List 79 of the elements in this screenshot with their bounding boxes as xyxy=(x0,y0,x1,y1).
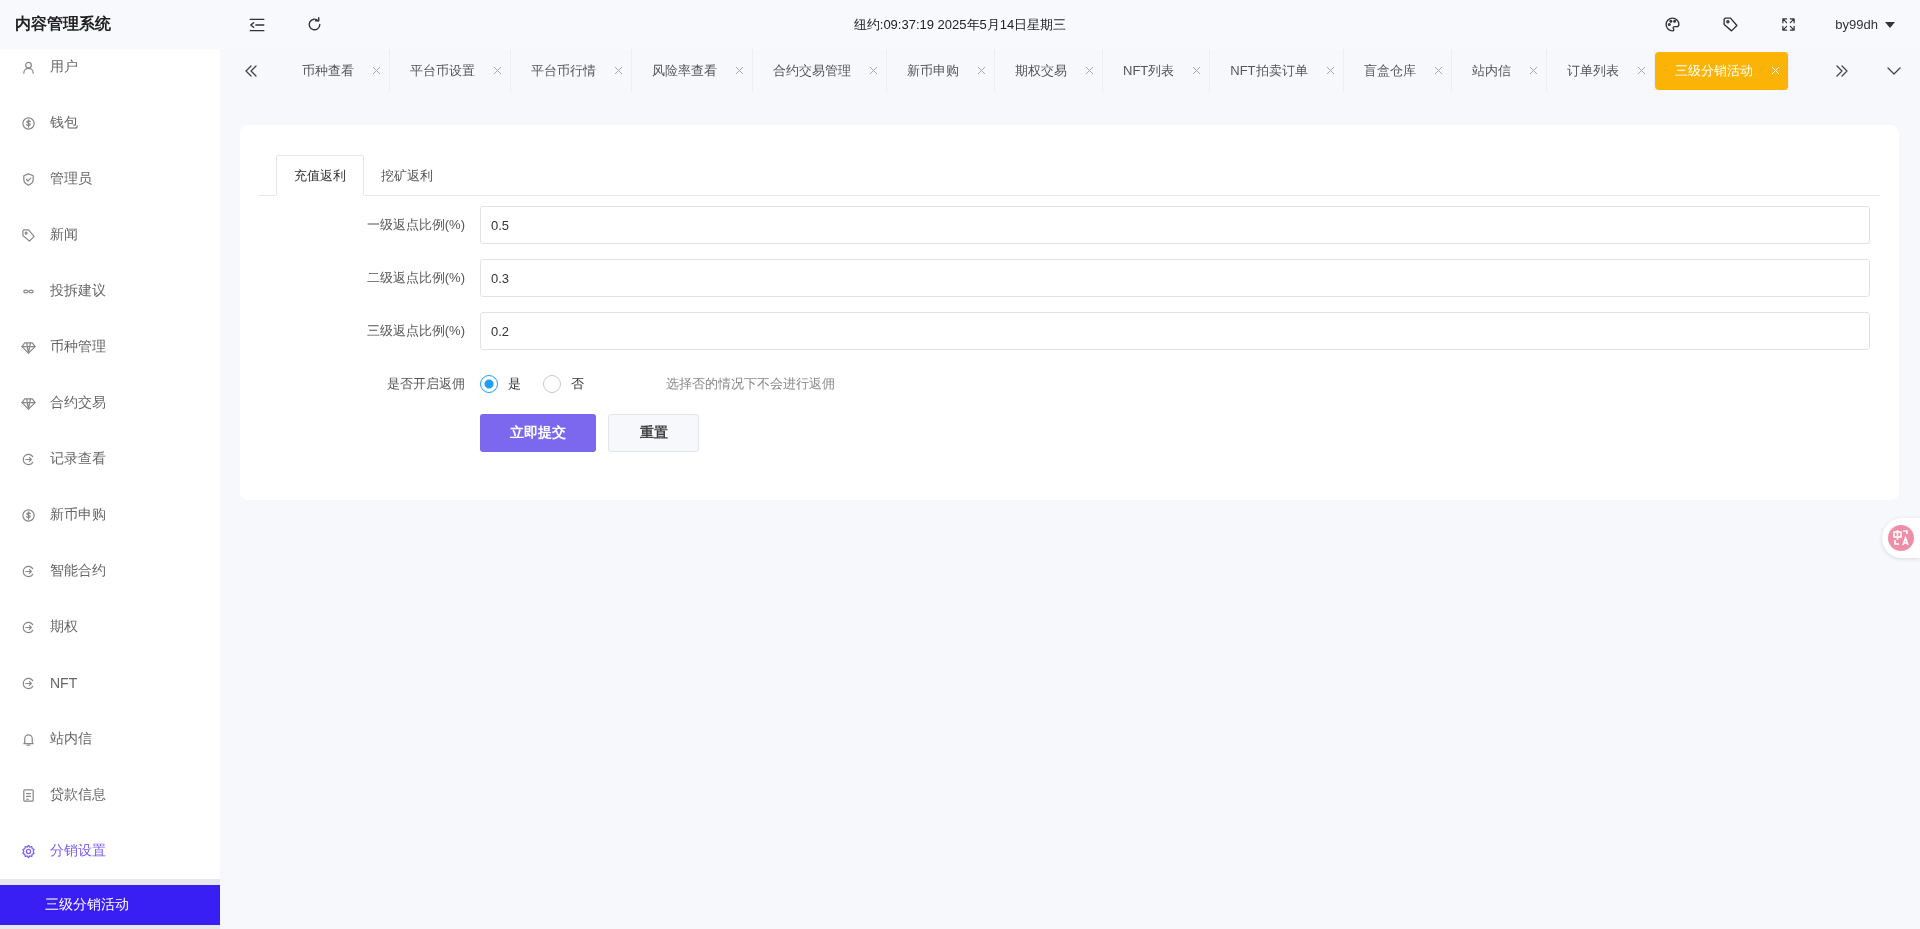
caret-icon xyxy=(1884,20,1896,29)
sidebar-item[interactable]: 钱包 xyxy=(0,95,220,151)
sidebar-item[interactable]: 期权 xyxy=(0,599,220,655)
sidebar-item[interactable]: 用户 xyxy=(0,49,220,95)
document-icon xyxy=(21,787,36,803)
dollar-coin-icon xyxy=(21,115,36,131)
close-icon[interactable] xyxy=(1085,66,1094,75)
cycle-icon xyxy=(21,451,36,467)
close-icon[interactable] xyxy=(1325,66,1335,75)
cycle-icon xyxy=(21,563,36,579)
shield-icon xyxy=(21,171,36,187)
user-menu[interactable]: by99dh xyxy=(1835,17,1896,32)
page-tab[interactable]: 站内信 xyxy=(1451,49,1547,92)
sidebar-item[interactable]: 管理员 xyxy=(0,151,220,207)
sidebar-item[interactable]: 合约交易 xyxy=(0,375,220,431)
page-tab[interactable]: 新币申购 xyxy=(887,49,995,92)
close-icon[interactable] xyxy=(1528,66,1538,75)
tag-icon[interactable] xyxy=(1721,16,1739,33)
dollar-coin-icon xyxy=(21,507,36,523)
sidebar-item[interactable]: 新币申购 xyxy=(0,487,220,543)
radio-button[interactable] xyxy=(480,375,498,393)
close-icon[interactable] xyxy=(1433,66,1443,75)
cycle-icon xyxy=(21,619,36,635)
page-tab[interactable]: 盲盒仓库 xyxy=(1343,49,1452,92)
palette-icon[interactable] xyxy=(1663,16,1681,33)
cycle-icon xyxy=(21,675,36,691)
page-tab[interactable]: NFT拍卖订单 xyxy=(1210,49,1344,92)
field-label: 三级返点比例(%) xyxy=(365,322,466,340)
hint-text: 选择否的情况下不会进行返佣 xyxy=(666,375,835,393)
sidebar-item[interactable]: 记录查看 xyxy=(0,431,220,487)
translate-button[interactable] xyxy=(1882,518,1920,558)
close-icon[interactable] xyxy=(614,66,623,75)
sidebar-subitem[interactable]: 三级分销活动 xyxy=(0,885,220,925)
sidebar-item[interactable]: 智能合约 xyxy=(0,543,220,599)
sidebar-item[interactable]: 币种管理 xyxy=(0,319,220,375)
translate-icon xyxy=(1888,525,1914,551)
input-field[interactable]: 0.3 xyxy=(480,259,1870,297)
radio-option[interactable]: 是 xyxy=(480,375,521,393)
app-title: 内容管理系统 xyxy=(14,14,112,34)
close-icon[interactable] xyxy=(735,66,744,75)
field-label: 二级返点比例(%) xyxy=(365,269,466,287)
page-tab[interactable]: 期权交易 xyxy=(995,49,1103,92)
submit-button[interactable]: 立即提交 xyxy=(480,414,596,452)
close-icon[interactable] xyxy=(1636,66,1646,75)
close-icon[interactable] xyxy=(977,66,986,75)
sidebar-item[interactable]: 贷款信息 xyxy=(0,767,220,823)
sidebar-item[interactable]: 新闻 xyxy=(0,207,220,263)
tag-icon xyxy=(21,227,36,243)
page-tab[interactable]: 合约交易管理 xyxy=(753,49,887,92)
field-label: 是否开启返佣 xyxy=(386,375,466,393)
input-field[interactable]: 0.2 xyxy=(480,312,1870,350)
page-tab[interactable]: 币种查看 xyxy=(282,49,390,92)
diamond-icon xyxy=(21,395,36,411)
reset-button[interactable]: 重置 xyxy=(608,414,699,452)
page-tab[interactable]: 订单列表 xyxy=(1546,49,1655,92)
page-tab[interactable]: NFT列表 xyxy=(1103,49,1211,92)
field-label: 一级返点比例(%) xyxy=(365,216,466,234)
sidebar-item[interactable]: 投拆建议 xyxy=(0,263,220,319)
page-tab[interactable]: 平台币设置 xyxy=(390,49,511,92)
sidebar-item[interactable]: 站内信 xyxy=(0,711,220,767)
input-field[interactable]: 0.5 xyxy=(480,206,1870,244)
close-icon[interactable] xyxy=(493,66,502,75)
sidebar-item[interactable]: NFT xyxy=(0,655,220,711)
page-tab[interactable]: 风险率查看 xyxy=(632,49,753,92)
refresh-icon[interactable] xyxy=(306,16,323,33)
close-icon[interactable] xyxy=(372,66,381,75)
clock-text: 纽约:09:37:19 2025年5月14日星期三 xyxy=(853,15,1067,34)
close-icon[interactable] xyxy=(1192,66,1202,75)
radio-option[interactable]: 否 xyxy=(543,375,584,393)
page-tab[interactable]: 平台币行情 xyxy=(511,49,632,92)
form-tab[interactable]: 充值返利 xyxy=(276,155,364,196)
close-icon[interactable] xyxy=(869,66,878,75)
gear-icon xyxy=(21,843,36,859)
bell-icon xyxy=(21,731,36,747)
fullscreen-icon[interactable] xyxy=(1780,17,1796,32)
user-icon xyxy=(21,59,36,75)
diamond-icon xyxy=(21,339,36,355)
form-tab[interactable]: 挖矿返利 xyxy=(364,155,450,196)
sidebar-item[interactable]: 分销设置 xyxy=(0,823,220,879)
